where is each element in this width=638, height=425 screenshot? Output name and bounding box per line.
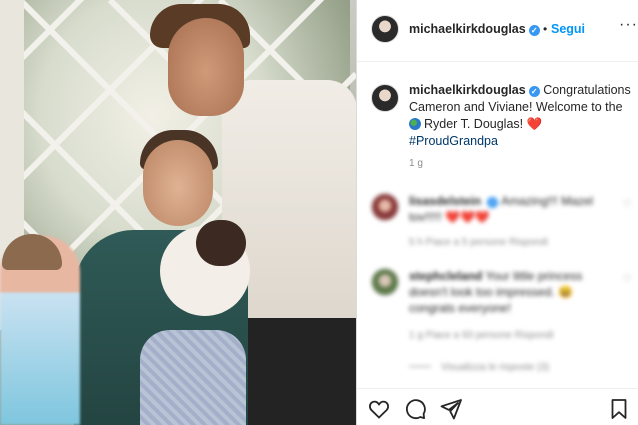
blanket: [140, 330, 246, 425]
action-bar: [357, 388, 638, 425]
comment-username[interactable]: stephcleland: [409, 269, 482, 283]
pants: [248, 318, 356, 425]
reply-line: [409, 366, 431, 367]
verified-icon: ✓: [528, 25, 540, 36]
comment-text: lisasdelstein ✓ Amazing!!! Mazel tov!!!!…: [409, 193, 619, 225]
verified-icon: ✓: [487, 197, 499, 208]
comment-text: stephcleland Your little princess doesn'…: [409, 268, 619, 316]
comment-item: stephcleland Your little princess doesn'…: [357, 268, 638, 378]
heart-icon[interactable]: [367, 397, 391, 421]
comment-meta[interactable]: 1 g Piace a 93 persone Rispondi: [409, 330, 554, 341]
caption-username[interactable]: michaelkirkdouglas ✓: [409, 83, 540, 97]
comment-icon[interactable]: [403, 397, 427, 421]
comment-avatar[interactable]: [371, 193, 399, 221]
view-replies[interactable]: Visualizza le risposte (3): [409, 362, 549, 373]
separator-dot: •: [543, 22, 548, 36]
view-replies-label[interactable]: Visualizza le risposte (3): [441, 362, 549, 373]
heart-emojis: ❤️❤️❤️: [445, 210, 490, 224]
caption-avatar[interactable]: [371, 84, 399, 112]
hashtag-link[interactable]: #ProudGrandpa: [409, 134, 498, 148]
caption-text: michaelkirkdouglas ✓ Congratulations Came…: [409, 82, 638, 150]
comment-like-icon[interactable]: ♡: [623, 274, 632, 285]
share-icon[interactable]: [439, 397, 463, 421]
caption-line-2: Ryder T. Douglas!: [424, 117, 524, 131]
caption-time: 1 g: [409, 158, 423, 169]
red-heart-emoji: ❤️: [526, 117, 543, 131]
man-face: [168, 18, 244, 116]
post-photo[interactable]: [0, 0, 356, 425]
bookmark-icon[interactable]: [607, 397, 631, 421]
woman-face: [143, 140, 213, 226]
header-username[interactable]: michaelkirkdouglas ✓: [409, 22, 540, 36]
baby-head: [196, 220, 246, 266]
comment-item: lisasdelstein ✓ Amazing!!! Mazel tov!!!!…: [357, 193, 638, 253]
comment-avatar[interactable]: [371, 268, 399, 296]
comment-like-icon[interactable]: ♡: [623, 199, 632, 210]
more-icon[interactable]: ···: [619, 16, 638, 34]
post-header: michaelkirkdouglas ✓ • Segui ···: [357, 0, 638, 62]
follow-button[interactable]: Segui: [551, 22, 585, 36]
comment-username[interactable]: lisasdelstein: [409, 194, 481, 208]
username-text[interactable]: michaelkirkdouglas: [409, 22, 526, 36]
avatar[interactable]: [371, 15, 399, 43]
comment-meta[interactable]: 5 h Piace a 5 persone Rispondi: [409, 237, 548, 248]
post-panel: michaelkirkdouglas ✓ • Segui ··· michaelk…: [357, 0, 638, 425]
globe-icon: [409, 118, 421, 130]
caption-username-text[interactable]: michaelkirkdouglas: [409, 83, 526, 97]
verified-icon: ✓: [528, 86, 540, 97]
